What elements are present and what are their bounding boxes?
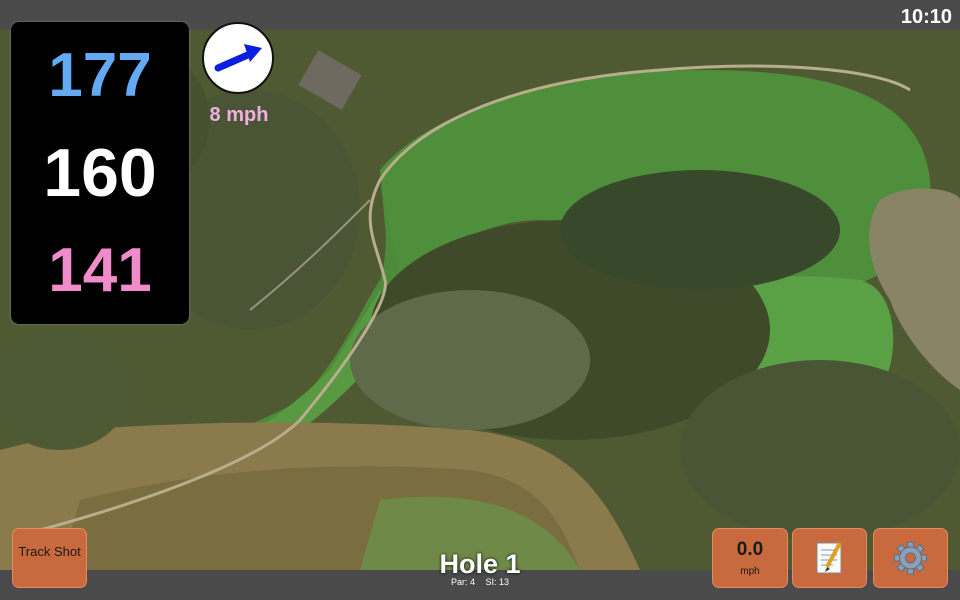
back-distance: 177: [48, 41, 152, 110]
track-shot-button[interactable]: Track Shot: [12, 528, 87, 588]
hole-title: Hole 1: [439, 549, 521, 579]
middle-distance: 160: [43, 135, 157, 211]
front-distance: 141: [48, 236, 152, 305]
notes-button[interactable]: [792, 528, 867, 588]
gear-icon: [894, 541, 927, 575]
notepad-icon: [816, 542, 842, 574]
wind-speed: 8 mph: [209, 104, 269, 126]
settings-button[interactable]: [873, 528, 948, 588]
wind-arrow-icon: [214, 44, 262, 72]
speed-unit: mph: [740, 566, 760, 577]
speed-button[interactable]: 0.0 mph: [712, 528, 788, 588]
hole-info: Par: 4 SI: 13: [380, 577, 580, 587]
hole-par: Par: 4: [450, 577, 475, 587]
hole-stroke-index: SI: 13: [485, 577, 510, 587]
distance-panel: 177 160 141: [11, 22, 189, 324]
wind-indicator: [202, 22, 274, 94]
clock: 10:10: [900, 6, 952, 28]
speed-value: 0.0: [736, 539, 764, 560]
